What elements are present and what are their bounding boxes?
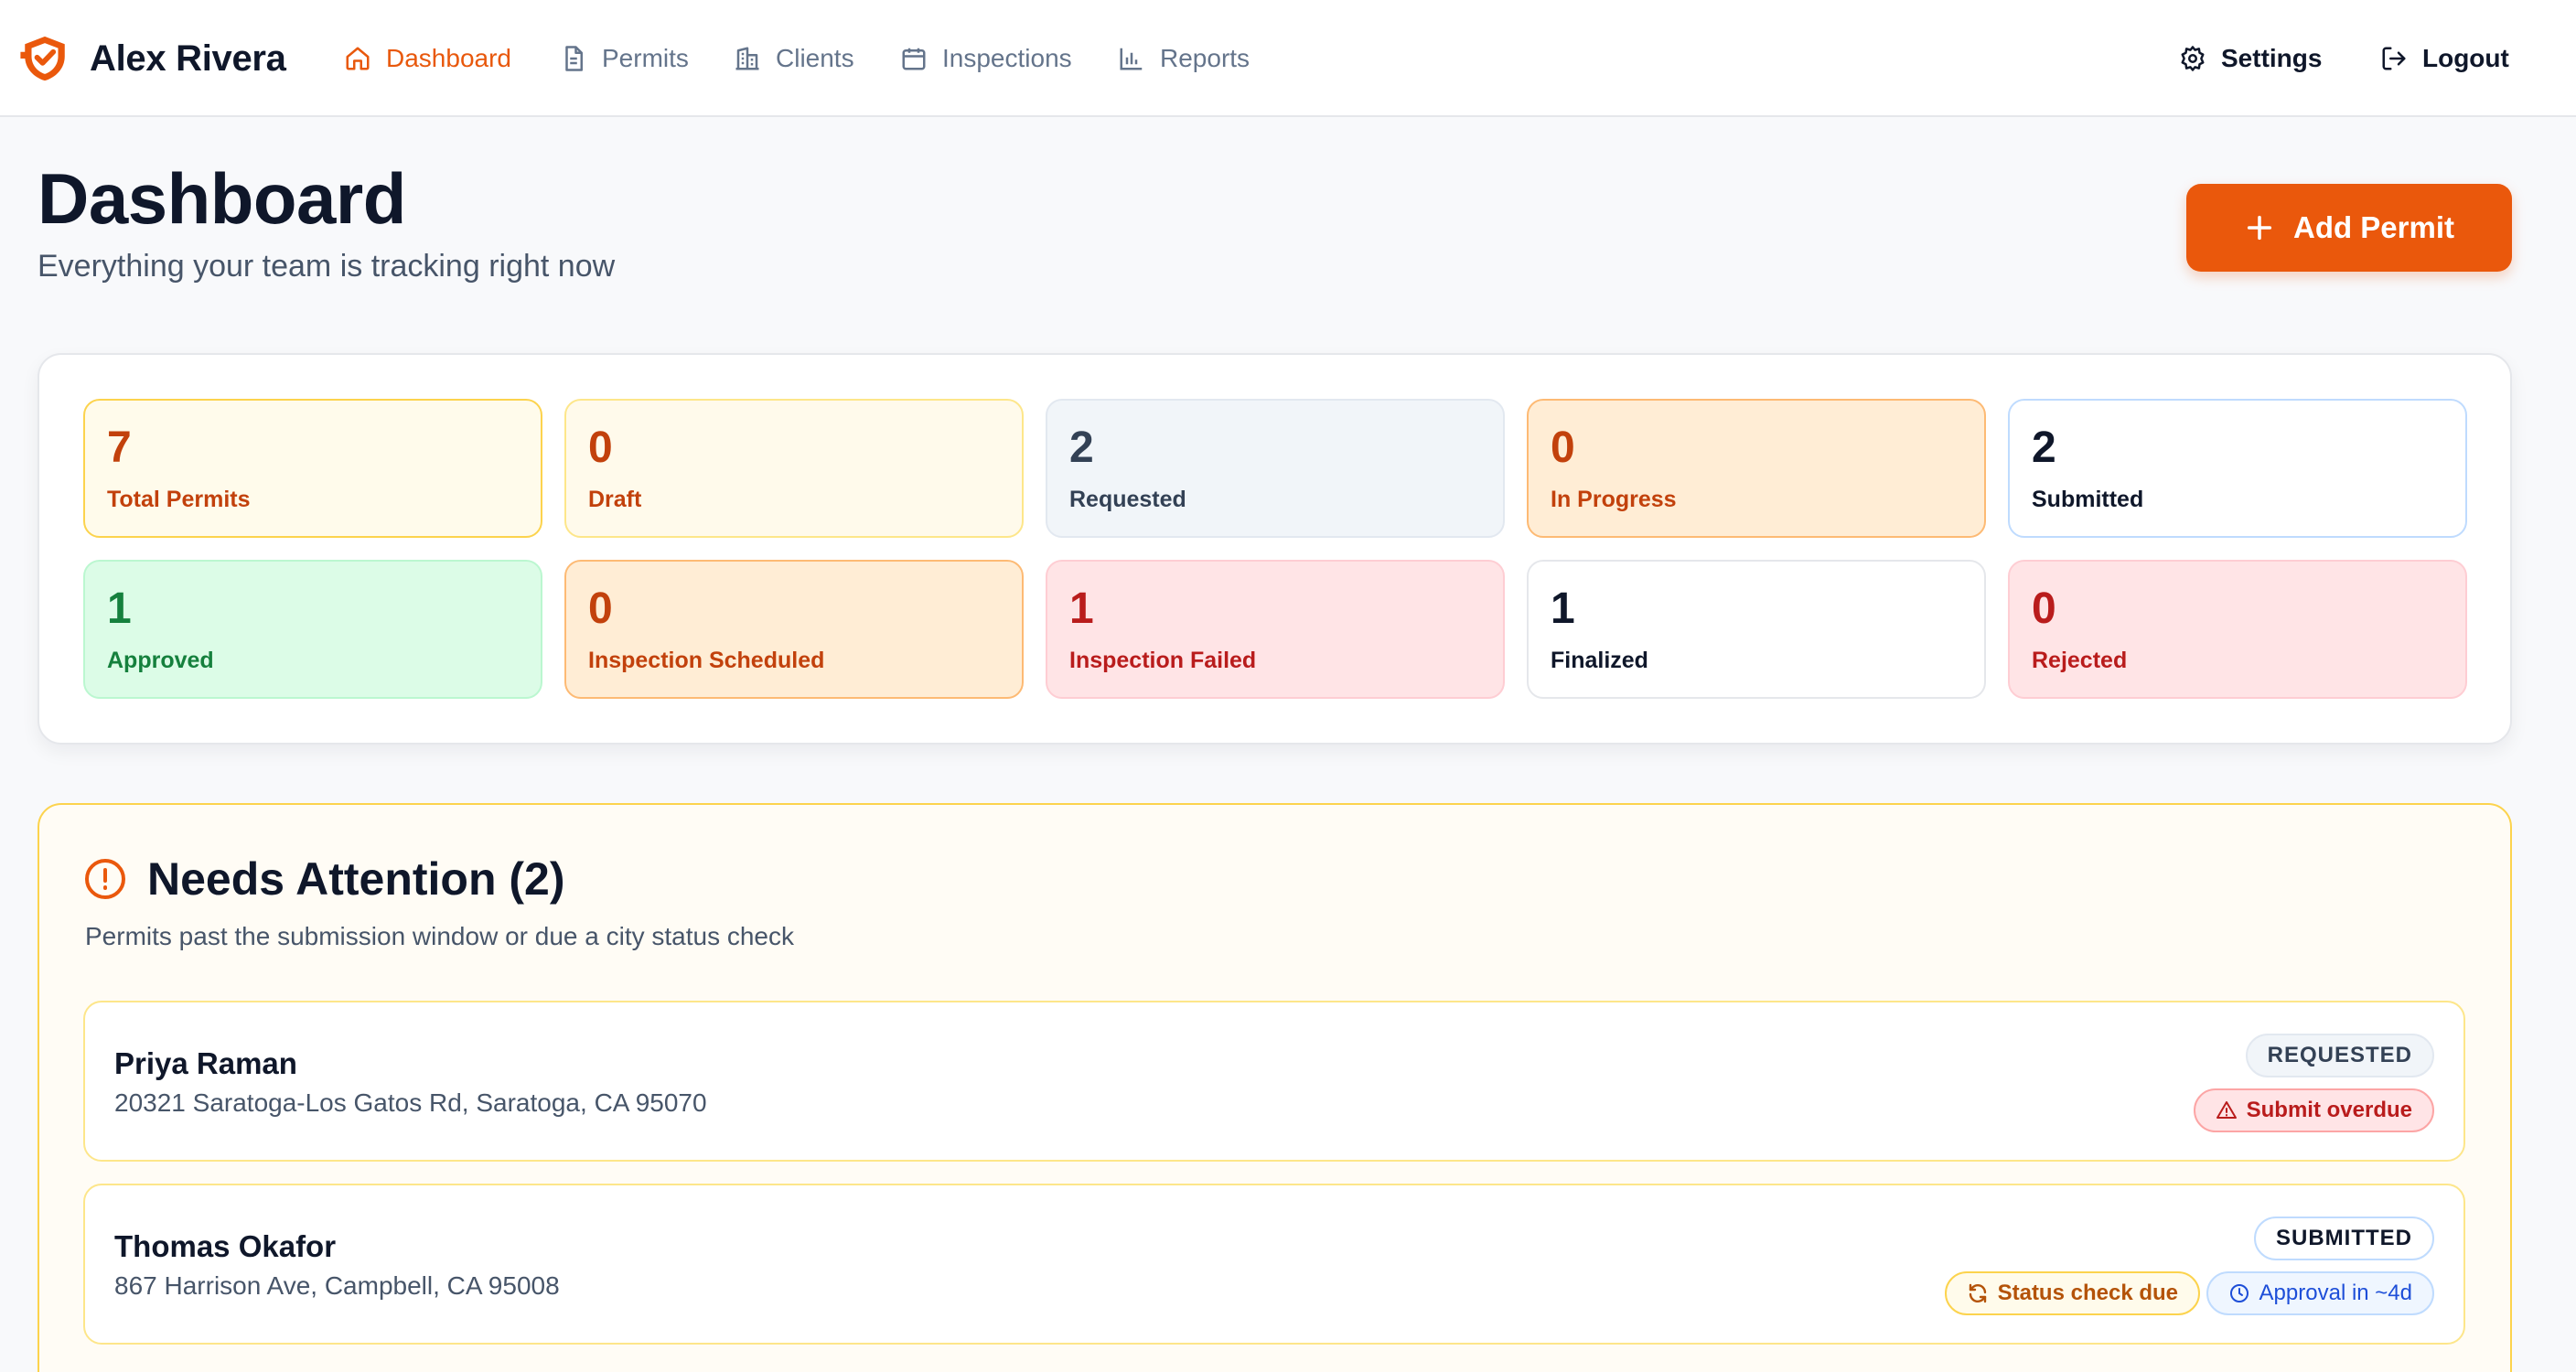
stat-value: 0 bbox=[2032, 584, 2056, 633]
nav-clients[interactable]: Clients bbox=[734, 38, 854, 79]
stat-label: Inspection Failed bbox=[1069, 648, 1257, 673]
page-title: Dashboard bbox=[38, 158, 406, 239]
status-badge: SUBMITTED bbox=[2254, 1217, 2434, 1260]
clock-icon bbox=[2229, 1284, 2249, 1302]
approval-eta-badge: Approval in ~4d bbox=[2206, 1271, 2434, 1315]
permit-card[interactable]: Thomas Okafor 867 Harrison Ave, Campbell… bbox=[83, 1184, 2465, 1345]
stat-in-progress[interactable]: 0 In Progress bbox=[1527, 399, 1986, 538]
nav-dashboard[interactable]: Dashboard bbox=[344, 38, 511, 79]
stat-label: Requested bbox=[1069, 487, 1186, 512]
nav-reports[interactable]: Reports bbox=[1118, 38, 1250, 79]
stat-requested[interactable]: 2 Requested bbox=[1046, 399, 1505, 538]
stat-inspection-failed[interactable]: 1 Inspection Failed bbox=[1046, 560, 1505, 699]
status-badge: REQUESTED bbox=[2245, 1034, 2434, 1077]
shield-check-icon bbox=[20, 36, 65, 81]
calendar-icon bbox=[902, 48, 926, 70]
bar-chart-icon bbox=[1120, 48, 1143, 70]
stat-label: In Progress bbox=[1551, 487, 1677, 512]
nav-inspections[interactable]: Inspections bbox=[900, 38, 1072, 79]
nav-clients-label: Clients bbox=[776, 44, 854, 72]
badge-label: Status check due bbox=[1997, 1281, 2178, 1305]
refresh-icon bbox=[1969, 1283, 1986, 1303]
settings-label: Settings bbox=[2221, 44, 2323, 72]
stat-approved[interactable]: 1 Approved bbox=[83, 560, 542, 699]
stat-label: Submitted bbox=[2032, 487, 2144, 512]
stat-value: 0 bbox=[588, 423, 613, 472]
stat-inspection-scheduled[interactable]: 0 Inspection Scheduled bbox=[564, 560, 1024, 699]
add-permit-button[interactable]: Add Permit bbox=[2186, 184, 2512, 272]
stat-value: 1 bbox=[1069, 584, 1094, 633]
alert-circle-icon bbox=[85, 859, 125, 899]
needs-attention-header: Needs Attention (2) bbox=[83, 852, 565, 906]
stat-value: 0 bbox=[588, 584, 613, 633]
stat-submitted[interactable]: 2 Submitted bbox=[2008, 399, 2467, 538]
permit-address: 867 Harrison Ave, Campbell, CA 95008 bbox=[114, 1271, 560, 1300]
stat-rejected[interactable]: 0 Rejected bbox=[2008, 560, 2467, 699]
stat-label: Draft bbox=[588, 487, 642, 512]
brand-name: Alex Rivera bbox=[90, 38, 286, 79]
stat-finalized[interactable]: 1 Finalized bbox=[1527, 560, 1986, 699]
stat-label: Total Permits bbox=[107, 487, 251, 512]
gear-icon bbox=[2181, 46, 2205, 71]
stat-value: 7 bbox=[107, 423, 132, 472]
stat-value: 1 bbox=[107, 584, 132, 633]
logout-icon bbox=[2382, 47, 2406, 70]
plus-icon bbox=[2247, 215, 2272, 241]
nav-reports-label: Reports bbox=[1160, 44, 1250, 72]
stat-total-permits[interactable]: 7 Total Permits bbox=[83, 399, 542, 538]
stats-panel: 7 Total Permits 0 Draft 2 Requested 0 In… bbox=[38, 353, 2512, 745]
stat-label: Approved bbox=[107, 648, 214, 673]
permit-client-name: Priya Raman bbox=[114, 1046, 297, 1080]
needs-attention-subtitle: Permits past the submission window or du… bbox=[85, 922, 795, 950]
needs-attention-title: Needs Attention (2) bbox=[147, 853, 565, 905]
needs-attention-panel: Needs Attention (2) Permits past the sub… bbox=[38, 803, 2512, 1372]
stat-value: 2 bbox=[1069, 423, 1094, 472]
logout-label: Logout bbox=[2422, 44, 2509, 72]
permit-client-name: Thomas Okafor bbox=[114, 1229, 337, 1263]
status-check-due-badge: Status check due bbox=[1944, 1271, 2200, 1315]
stat-value: 2 bbox=[2032, 423, 2056, 472]
nav-inspections-label: Inspections bbox=[942, 44, 1072, 72]
stat-value: 0 bbox=[1551, 423, 1575, 472]
logout-link[interactable]: Logout bbox=[2380, 38, 2509, 79]
brand[interactable]: Alex Rivera bbox=[18, 31, 286, 86]
nav-permits[interactable]: Permits bbox=[560, 38, 689, 79]
home-icon bbox=[346, 47, 370, 70]
top-nav: Alex Rivera Dashboard Permits Clients In… bbox=[0, 0, 2576, 117]
badge-label: Submit overdue bbox=[2246, 1098, 2412, 1122]
stat-label: Finalized bbox=[1551, 648, 1648, 673]
stat-value: 1 bbox=[1551, 584, 1575, 633]
settings-link[interactable]: Settings bbox=[2179, 38, 2322, 79]
submit-overdue-badge: Submit overdue bbox=[2193, 1088, 2434, 1132]
document-icon bbox=[565, 46, 583, 71]
nav-dashboard-label: Dashboard bbox=[386, 44, 511, 72]
add-permit-label: Add Permit bbox=[2292, 210, 2455, 244]
building-icon bbox=[735, 47, 759, 70]
nav-permits-label: Permits bbox=[602, 44, 689, 72]
stat-label: Inspection Scheduled bbox=[588, 648, 825, 673]
permit-card[interactable]: Priya Raman 20321 Saratoga-Los Gatos Rd,… bbox=[83, 1001, 2465, 1162]
warning-triangle-icon bbox=[2216, 1101, 2237, 1119]
stat-label: Rejected bbox=[2032, 648, 2128, 673]
permit-address: 20321 Saratoga-Los Gatos Rd, Saratoga, C… bbox=[114, 1088, 707, 1117]
badge-label: Approval in ~4d bbox=[2259, 1281, 2412, 1305]
page-subtitle: Everything your team is tracking right n… bbox=[38, 249, 616, 284]
stat-draft[interactable]: 0 Draft bbox=[564, 399, 1024, 538]
